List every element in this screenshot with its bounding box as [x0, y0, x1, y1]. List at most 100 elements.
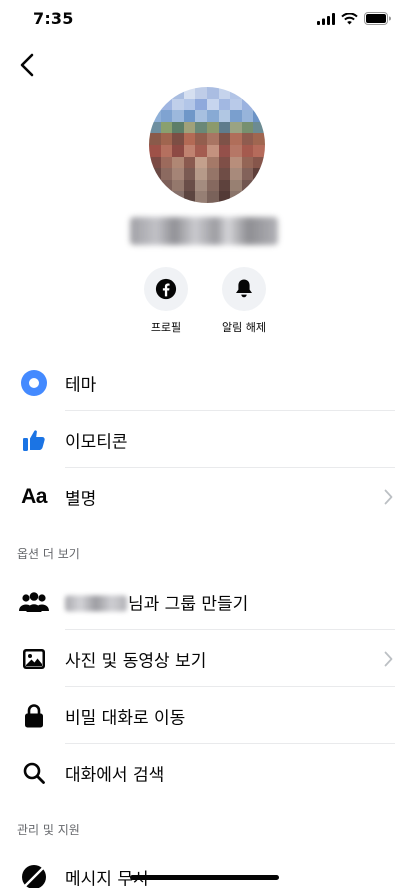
profile-button-circle[interactable]: [144, 267, 188, 311]
avatar-pixel: [218, 98, 231, 111]
lock-icon: [18, 700, 50, 732]
search-label: 대화에서 검색: [65, 765, 165, 785]
avatar-pixel: [172, 145, 184, 157]
avatar-pixel: [195, 156, 207, 169]
create-group-label: 님과 그룹 만들기: [65, 589, 248, 614]
avatar-pixel: [195, 145, 207, 157]
mute-button-circle[interactable]: [222, 267, 266, 311]
chevron-right-icon: [384, 651, 393, 666]
emoji-label: 이모티콘: [65, 432, 128, 452]
avatar-pixel: [241, 179, 254, 192]
avatar-pixel: [160, 87, 173, 99]
profile-button[interactable]: 프로필: [126, 267, 206, 335]
profile-button-label: 프로필: [150, 321, 182, 334]
avatar-pixel: [183, 156, 196, 169]
thumbs-up-icon: [18, 424, 50, 456]
avatar-pixel: [253, 133, 265, 145]
status-bar: 7:35: [0, 0, 409, 44]
avatar-pixel: [160, 179, 173, 192]
avatar-pixel: [183, 98, 196, 111]
avatar-pixel: [241, 110, 254, 122]
avatar-pixel: [230, 110, 242, 122]
status-icons: [317, 12, 391, 25]
ignore-row[interactable]: 메시지 무시: [0, 848, 409, 888]
battery-icon: [364, 12, 391, 25]
avatar-pixel: [230, 121, 242, 134]
avatar-pixel: [160, 110, 173, 122]
avatar-pixel: [241, 121, 254, 134]
avatar-pixel: [195, 191, 207, 203]
avatar-pixel: [230, 179, 242, 192]
avatar-pixel: [230, 133, 242, 145]
avatar-pixel: [253, 110, 265, 122]
avatar-pixel: [241, 191, 254, 203]
ignore-icon: [18, 861, 50, 888]
avatar-pixel: [149, 87, 161, 99]
avatar-pixel: [230, 191, 242, 203]
avatar-pixel: [253, 179, 265, 192]
mute-button[interactable]: 알림 해제: [204, 267, 284, 335]
avatar-pixel: [230, 87, 242, 99]
nickname-row[interactable]: Aa 별명: [0, 468, 409, 525]
avatar-pixel: [183, 110, 196, 122]
blurred-name: [65, 595, 127, 611]
avatar-pixel: [160, 191, 173, 203]
theme-row[interactable]: 테마: [0, 354, 409, 411]
avatar-pixel: [218, 191, 231, 203]
profile-name: [130, 217, 278, 245]
avatar-pixel: [149, 98, 161, 111]
avatar-pixel: [172, 133, 184, 145]
search-row[interactable]: 대화에서 검색: [0, 744, 409, 801]
avatar-pixel: [183, 87, 196, 99]
avatar-pixel: [149, 168, 161, 180]
avatar-pixel: [195, 179, 207, 192]
avatar-pixel: [241, 156, 254, 169]
avatar-pixel: [207, 179, 219, 192]
avatar-pixel: [207, 87, 219, 99]
wifi-icon: [341, 12, 358, 24]
avatar-pixel: [160, 133, 173, 145]
avatar-pixel: [253, 121, 265, 134]
text-aa-icon: Aa: [18, 481, 50, 513]
avatar-pixel: [218, 168, 231, 180]
bell-icon: [236, 279, 252, 298]
avatar-pixel: [149, 133, 161, 145]
search-icon: [18, 757, 50, 789]
avatar-pixel: [207, 121, 219, 134]
avatar-pixel: [172, 179, 184, 192]
avatar-pixel: [218, 133, 231, 145]
privacy-header: 관리 및 지원: [17, 823, 80, 837]
avatar-pixel: [253, 191, 265, 203]
mute-button-label: 알림 해제: [222, 321, 266, 334]
avatar-pixel: [195, 121, 207, 134]
avatar-pixel: [183, 121, 196, 134]
create-group-row[interactable]: 님과 그룹 만들기: [0, 573, 409, 630]
avatar-pixel: [160, 168, 173, 180]
avatar[interactable]: [149, 87, 265, 203]
avatar-pixel: [253, 145, 265, 157]
back-button[interactable]: [12, 50, 42, 80]
text-aa-glyph: Aa: [21, 484, 47, 508]
avatar-pixel: [172, 168, 184, 180]
view-media-label: 사진 및 동영상 보기: [65, 651, 207, 671]
avatar-pixel: [183, 179, 196, 192]
avatar-pixel: [253, 87, 265, 99]
photo-icon: [18, 643, 50, 675]
create-group-text: 님과 그룹 만들기: [128, 594, 249, 614]
avatar-pixel: [241, 145, 254, 157]
emoji-row[interactable]: 이모티콘: [0, 411, 409, 468]
facebook-icon: [155, 278, 177, 300]
avatar-pixel: [218, 110, 231, 122]
avatar-pixel: [241, 87, 254, 99]
theme-icon: [18, 367, 50, 399]
chevron-left-icon: [20, 53, 34, 77]
avatar-pixel: [241, 98, 254, 111]
secret-chat-row[interactable]: 비밀 대화로 이동: [0, 687, 409, 744]
signal-icon: [317, 12, 335, 25]
avatar-pixel: [241, 168, 254, 180]
avatar-pixel: [207, 145, 219, 157]
view-media-row[interactable]: 사진 및 동영상 보기: [0, 630, 409, 687]
avatar-pixel: [160, 98, 173, 111]
avatar-pixel: [218, 179, 231, 192]
avatar-pixel: [183, 191, 196, 203]
